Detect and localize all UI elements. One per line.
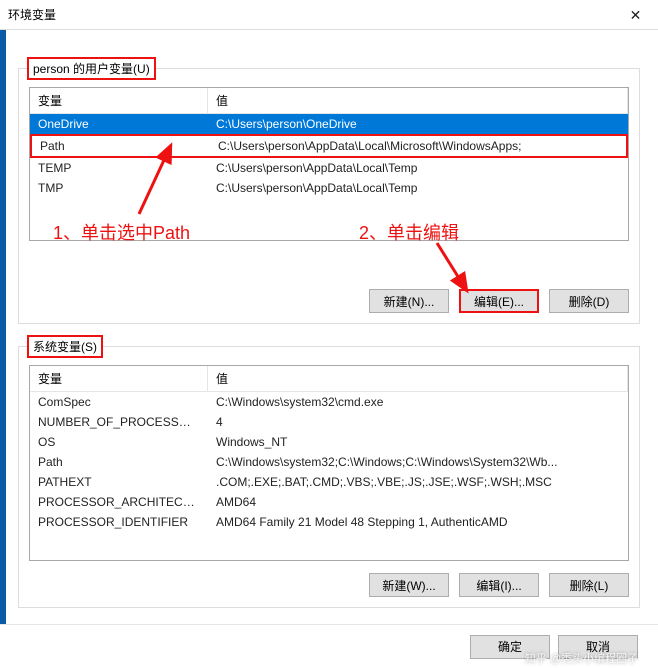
cell-val: .COM;.EXE;.BAT;.CMD;.VBS;.VBE;.JS;.JSE;.… [208, 472, 628, 492]
cell-var: PATHEXT [30, 472, 208, 492]
cell-val: C:\Windows\system32;C:\Windows;C:\Window… [208, 452, 628, 472]
col-header-val[interactable]: 值 [208, 366, 628, 391]
left-accent-bar [0, 0, 6, 668]
cell-var: PROCESSOR_IDENTIFIER [30, 512, 208, 532]
sys-vars-group: 系统变量(S) 变量 值 ComSpec C:\Windows\system32… [18, 346, 640, 608]
close-icon: ✕ [630, 7, 642, 24]
sys-vars-label: 系统变量(S) [27, 335, 103, 358]
edit-button[interactable]: 编辑(I)... [459, 573, 539, 597]
close-button[interactable]: ✕ [613, 0, 658, 30]
table-row[interactable]: OS Windows_NT [30, 432, 628, 452]
cell-var: ComSpec [30, 392, 208, 412]
user-vars-buttons: 新建(N)... 编辑(E)... 删除(D) [29, 289, 629, 313]
cell-val: 4 [208, 412, 628, 432]
user-vars-header: 变量 值 [30, 88, 628, 114]
user-vars-group: person 的用户变量(U) 变量 值 OneDrive C:\Users\p… [18, 68, 640, 324]
titlebar: 环境变量 ✕ [0, 0, 658, 30]
sys-vars-body: ComSpec C:\Windows\system32\cmd.exe NUMB… [30, 392, 628, 560]
table-row[interactable]: OneDrive C:\Users\person\OneDrive [30, 114, 628, 134]
user-vars-label: person 的用户变量(U) [27, 57, 156, 80]
cell-val: C:\Users\person\AppData\Local\Temp [208, 158, 628, 178]
window-title: 环境变量 [8, 6, 56, 23]
cell-val: AMD64 [208, 492, 628, 512]
ok-button[interactable]: 确定 [470, 635, 550, 659]
sys-vars-buttons: 新建(W)... 编辑(I)... 删除(L) [29, 573, 629, 597]
delete-button[interactable]: 删除(D) [549, 289, 629, 313]
col-header-var[interactable]: 变量 [30, 88, 208, 113]
cell-val: C:\Users\person\OneDrive [208, 114, 628, 134]
col-header-val[interactable]: 值 [208, 88, 628, 113]
new-button[interactable]: 新建(W)... [369, 573, 449, 597]
table-row[interactable]: PATHEXT .COM;.EXE;.BAT;.CMD;.VBS;.VBE;.J… [30, 472, 628, 492]
table-row[interactable]: ComSpec C:\Windows\system32\cmd.exe [30, 392, 628, 412]
table-row[interactable]: PROCESSOR_ARCHITECTURE AMD64 [30, 492, 628, 512]
table-row[interactable]: TEMP C:\Users\person\AppData\Local\Temp [30, 158, 628, 178]
table-row[interactable]: Path C:\Windows\system32;C:\Windows;C:\W… [30, 452, 628, 472]
dialog-content: person 的用户变量(U) 变量 值 OneDrive C:\Users\p… [0, 30, 658, 616]
cell-var: PROCESSOR_ARCHITECTURE [30, 492, 208, 512]
cell-var: TMP [30, 178, 208, 198]
sys-vars-header: 变量 值 [30, 366, 628, 392]
col-header-var[interactable]: 变量 [30, 366, 208, 391]
user-vars-body: OneDrive C:\Users\person\OneDrive Path C… [30, 114, 628, 240]
table-row[interactable]: Path C:\Users\person\AppData\Local\Micro… [30, 134, 628, 158]
dialog-footer: 确定 取消 [0, 624, 658, 668]
table-row[interactable]: PROCESSOR_IDENTIFIER AMD64 Family 21 Mod… [30, 512, 628, 532]
table-row[interactable]: TMP C:\Users\person\AppData\Local\Temp [30, 178, 628, 198]
cell-val: AMD64 Family 21 Model 48 Stepping 1, Aut… [208, 512, 628, 532]
cell-val: C:\Windows\system32\cmd.exe [208, 392, 628, 412]
cancel-button[interactable]: 取消 [558, 635, 638, 659]
cell-val: C:\Users\person\AppData\Local\Microsoft\… [210, 136, 626, 156]
edit-button[interactable]: 编辑(E)... [459, 289, 539, 313]
cell-var: OS [30, 432, 208, 452]
cell-var: Path [32, 136, 210, 156]
cell-var: OneDrive [30, 114, 208, 134]
cell-val: Windows_NT [208, 432, 628, 452]
new-button[interactable]: 新建(N)... [369, 289, 449, 313]
sys-vars-table: 变量 值 ComSpec C:\Windows\system32\cmd.exe… [29, 365, 629, 561]
cell-var: NUMBER_OF_PROCESSORS [30, 412, 208, 432]
user-vars-table: 变量 值 OneDrive C:\Users\person\OneDrive P… [29, 87, 629, 241]
table-row[interactable]: NUMBER_OF_PROCESSORS 4 [30, 412, 628, 432]
cell-val: C:\Users\person\AppData\Local\Temp [208, 178, 628, 198]
cell-var: Path [30, 452, 208, 472]
cell-var: TEMP [30, 158, 208, 178]
delete-button[interactable]: 删除(L) [549, 573, 629, 597]
